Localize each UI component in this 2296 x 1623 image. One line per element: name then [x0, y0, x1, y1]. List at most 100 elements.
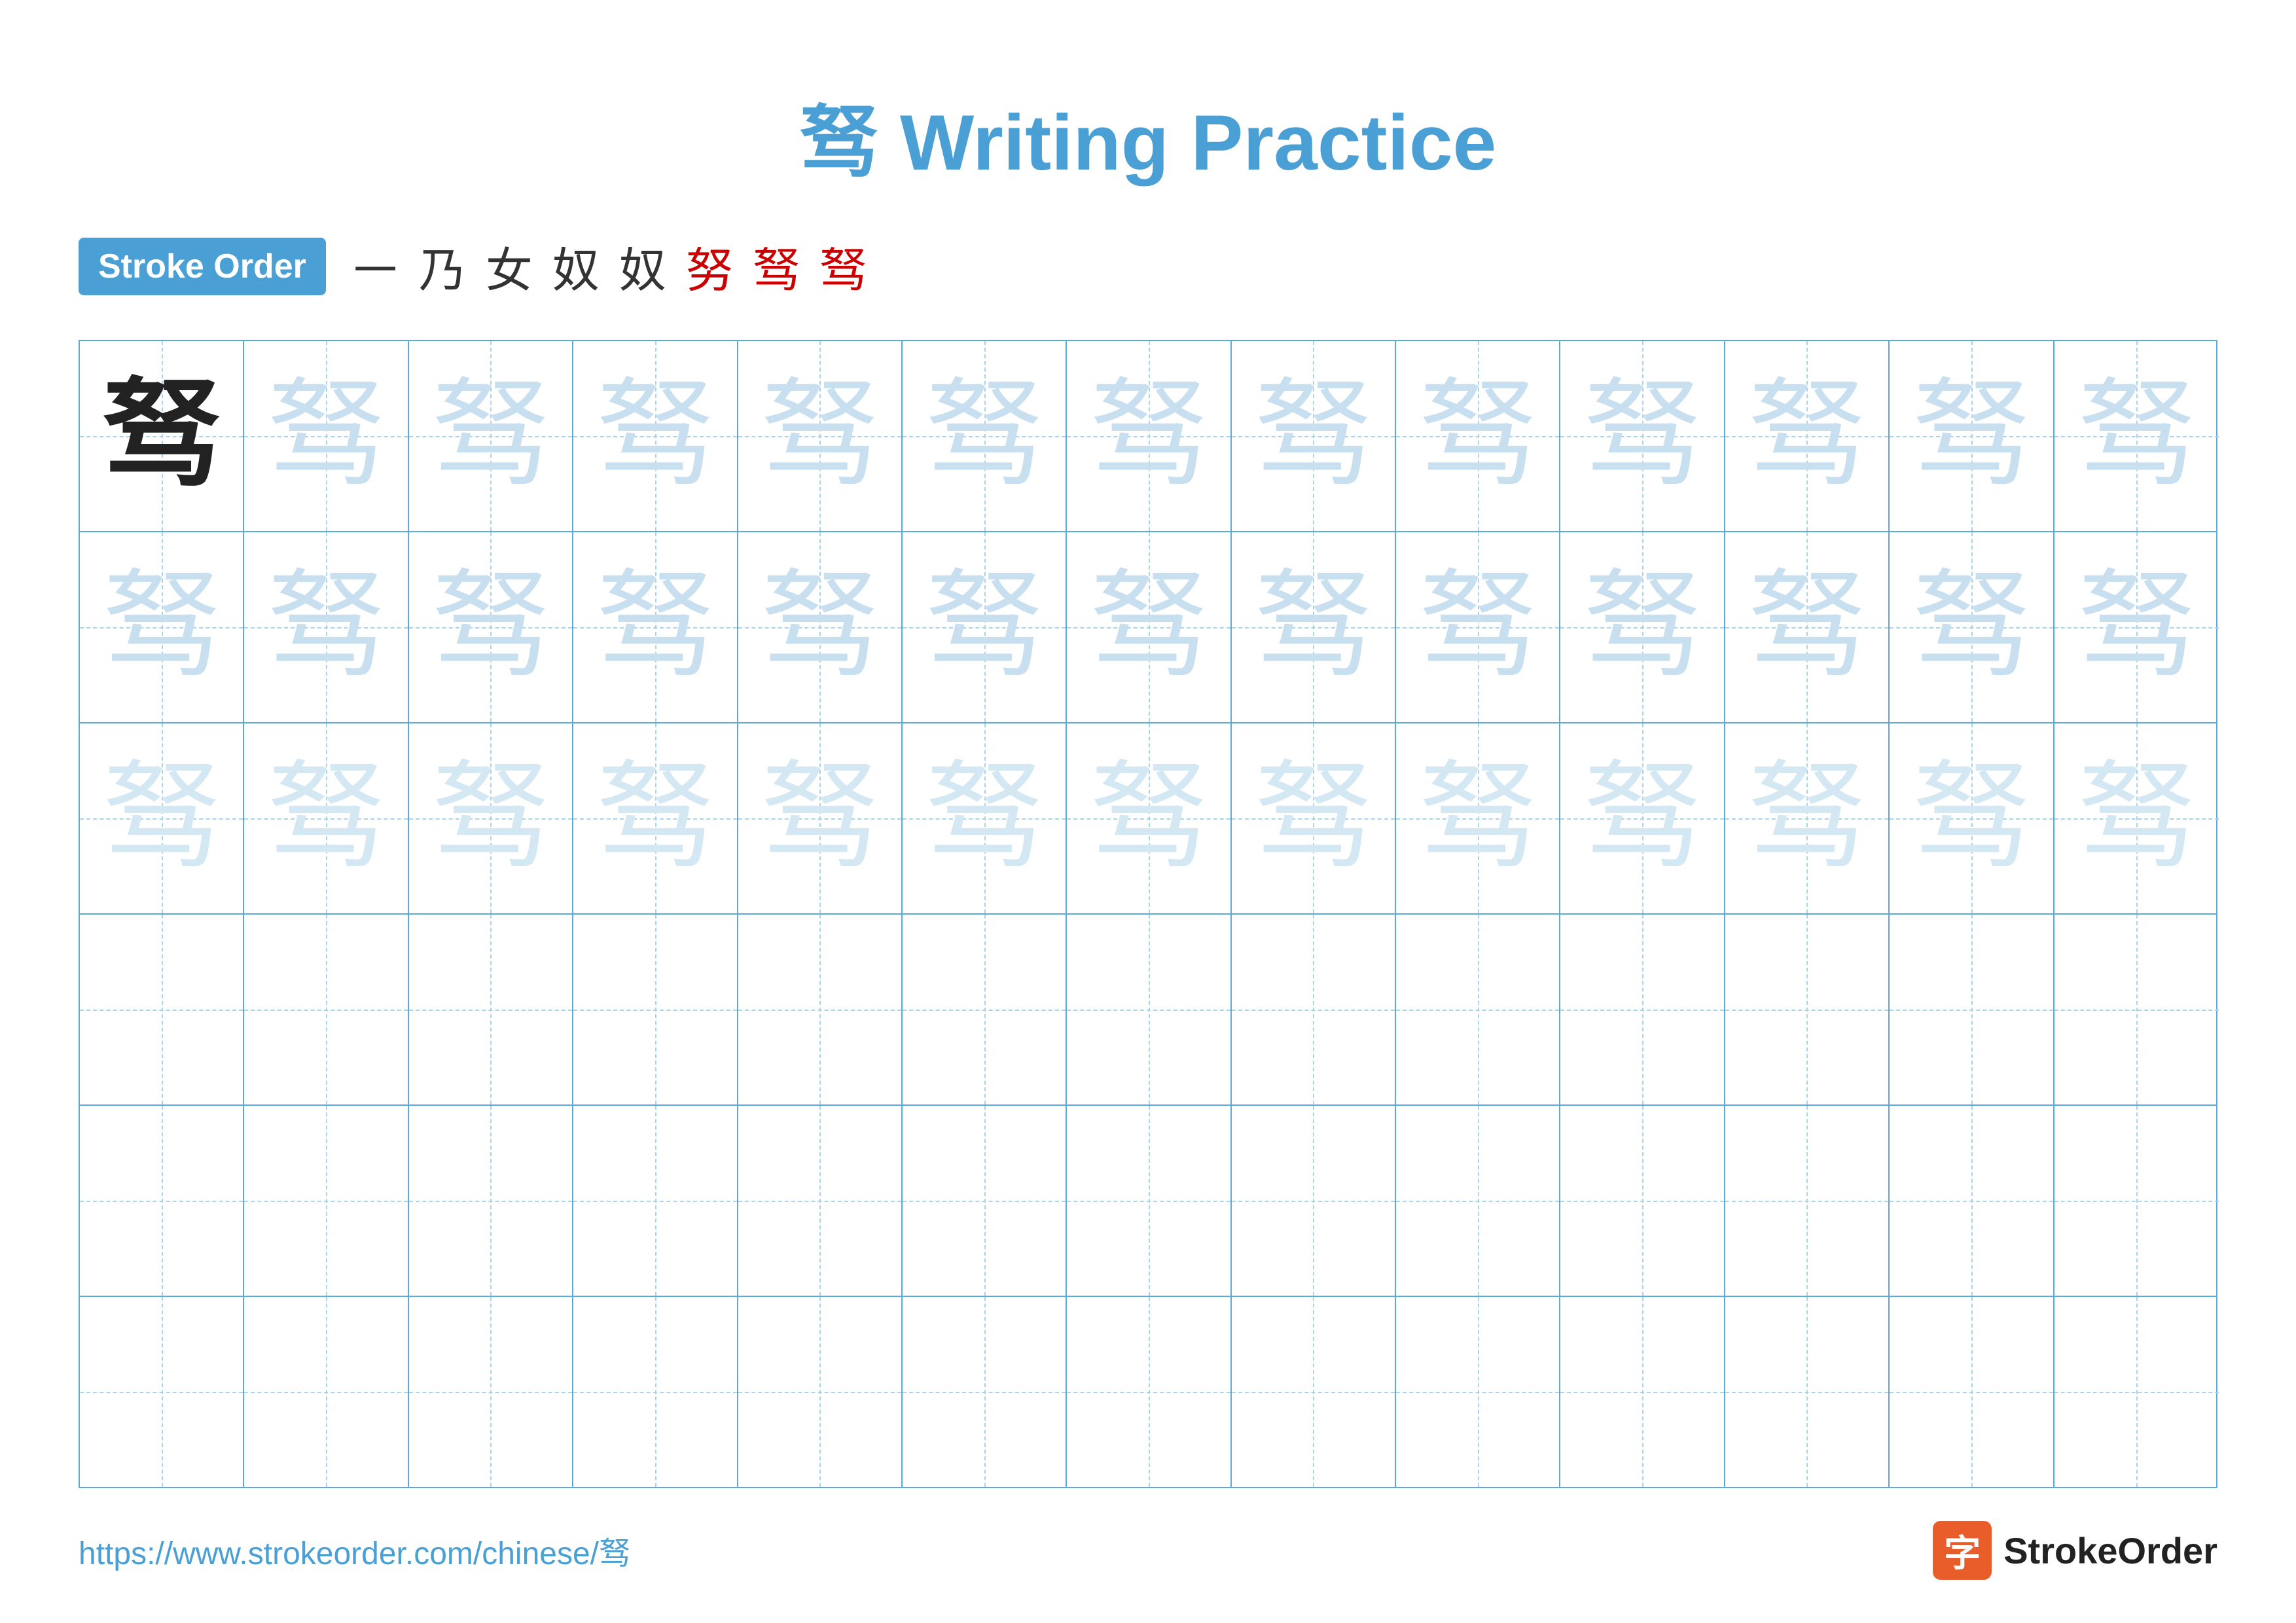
grid-cell-6-4: [573, 1297, 738, 1487]
grid-cell-1-11: 驽: [1725, 341, 1890, 531]
stroke-7: 驽: [753, 232, 800, 301]
stroke-1: ㇐: [352, 232, 399, 301]
grid-cell-4-3: [409, 915, 573, 1104]
grid-cell-5-7: [1067, 1106, 1231, 1296]
grid-cell-3-8: 驽: [1232, 723, 1396, 913]
page: 驽 Writing Practice Stroke Order ㇐ 乃 女 奴 …: [0, 0, 2296, 1623]
grid-cell-2-4: 驽: [573, 532, 738, 722]
grid-cell-6-2: [244, 1297, 408, 1487]
grid-cell-2-7: 驽: [1067, 532, 1231, 722]
grid-cell-2-6: 驽: [903, 532, 1067, 722]
grid-row-6: [80, 1297, 2216, 1487]
grid-cell-3-13: 驽: [2054, 723, 2219, 913]
grid-cell-3-5: 驽: [738, 723, 903, 913]
grid-cell-6-12: [1890, 1297, 2054, 1487]
grid-cell-3-1: 驽: [80, 723, 244, 913]
logo-text: StrokeOrder: [2003, 1529, 2217, 1572]
grid-cell-4-5: [738, 915, 903, 1104]
grid-cell-3-11: 驽: [1725, 723, 1890, 913]
grid-cell-1-1: 驽: [80, 341, 244, 531]
grid-cell-3-9: 驽: [1396, 723, 1560, 913]
grid-cell-3-3: 驽: [409, 723, 573, 913]
grid-row-2: 驽 驽 驽 驽 驽 驽 驽 驽 驽 驽 驽 驽 驽: [80, 532, 2216, 723]
grid-cell-5-5: [738, 1106, 903, 1296]
stroke-sequence: ㇐ 乃 女 奴 奴 努 驽 驽: [352, 232, 867, 301]
grid-cell-1-12: 驽: [1890, 341, 2054, 531]
grid-cell-6-8: [1232, 1297, 1396, 1487]
grid-cell-6-5: [738, 1297, 903, 1487]
grid-cell-6-10: [1560, 1297, 1725, 1487]
grid-cell-4-12: [1890, 915, 2054, 1104]
grid-cell-4-13: [2054, 915, 2219, 1104]
grid-cell-3-12: 驽: [1890, 723, 2054, 913]
grid-cell-1-8: 驽: [1232, 341, 1396, 531]
grid-cell-2-2: 驽: [244, 532, 408, 722]
grid-cell-5-11: [1725, 1106, 1890, 1296]
stroke-4: 奴: [552, 232, 600, 301]
grid-cell-1-4: 驽: [573, 341, 738, 531]
grid-cell-5-12: [1890, 1106, 2054, 1296]
stroke-6: 努: [686, 232, 733, 301]
grid-row-3: 驽 驽 驽 驽 驽 驽 驽 驽 驽 驽 驽 驽 驽: [80, 723, 2216, 915]
grid-cell-2-13: 驽: [2054, 532, 2219, 722]
grid-cell-6-11: [1725, 1297, 1890, 1487]
grid-cell-1-13: 驽: [2054, 341, 2219, 531]
stroke-8: 驽: [819, 232, 867, 301]
grid-cell-6-13: [2054, 1297, 2219, 1487]
grid-cell-5-2: [244, 1106, 408, 1296]
grid-cell-1-9: 驽: [1396, 341, 1560, 531]
stroke-2: 乃: [419, 232, 466, 301]
grid-cell-5-1: [80, 1106, 244, 1296]
grid-cell-5-4: [573, 1106, 738, 1296]
grid-cell-2-3: 驽: [409, 532, 573, 722]
grid-cell-6-3: [409, 1297, 573, 1487]
grid-cell-4-10: [1560, 915, 1725, 1104]
grid-cell-5-8: [1232, 1106, 1396, 1296]
grid-cell-2-5: 驽: [738, 532, 903, 722]
grid-cell-3-4: 驽: [573, 723, 738, 913]
grid-cell-1-2: 驽: [244, 341, 408, 531]
grid-row-5: [80, 1106, 2216, 1297]
grid-cell-2-8: 驽: [1232, 532, 1396, 722]
grid-cell-6-7: [1067, 1297, 1231, 1487]
title-chinese: 驽 Writing Practice: [800, 99, 1497, 187]
grid-cell-3-2: 驽: [244, 723, 408, 913]
grid-cell-6-6: [903, 1297, 1067, 1487]
stroke-5: 奴: [619, 232, 666, 301]
grid-cell-2-11: 驽: [1725, 532, 1890, 722]
grid-cell-3-7: 驽: [1067, 723, 1231, 913]
grid-cell-2-1: 驽: [80, 532, 244, 722]
grid-row-1: 驽 驽 驽 驽 驽 驽 驽 驽 驽 驽 驽 驽 驽: [80, 341, 2216, 532]
grid-cell-4-6: [903, 915, 1067, 1104]
grid-cell-4-2: [244, 915, 408, 1104]
page-title: 驽 Writing Practice: [79, 79, 2217, 192]
grid-cell-2-9: 驽: [1396, 532, 1560, 722]
grid-cell-4-11: [1725, 915, 1890, 1104]
grid-cell-3-10: 驽: [1560, 723, 1725, 913]
grid-cell-5-9: [1396, 1106, 1560, 1296]
grid-cell-5-13: [2054, 1106, 2219, 1296]
grid-cell-1-3: 驽: [409, 341, 573, 531]
grid-cell-6-1: [80, 1297, 244, 1487]
grid-cell-5-3: [409, 1106, 573, 1296]
grid-row-4: [80, 915, 2216, 1106]
grid-cell-5-6: [903, 1106, 1067, 1296]
grid-cell-6-9: [1396, 1297, 1560, 1487]
grid-cell-4-9: [1396, 915, 1560, 1104]
grid-cell-4-7: [1067, 915, 1231, 1104]
grid-cell-5-10: [1560, 1106, 1725, 1296]
grid-cell-1-10: 驽: [1560, 341, 1725, 531]
stroke-order-row: Stroke Order ㇐ 乃 女 奴 奴 努 驽 驽: [79, 232, 2217, 301]
footer: https://www.strokeorder.com/chinese/驽 字 …: [79, 1521, 2217, 1580]
grid-cell-2-10: 驽: [1560, 532, 1725, 722]
grid-cell-4-4: [573, 915, 738, 1104]
logo-icon: 字: [1933, 1521, 1992, 1580]
stroke-3: 女: [486, 232, 533, 301]
grid-cell-2-12: 驽: [1890, 532, 2054, 722]
practice-grid: 驽 驽 驽 驽 驽 驽 驽 驽 驽 驽 驽 驽 驽 驽 驽 驽 驽 驽 驽 驽 …: [79, 340, 2217, 1488]
footer-url[interactable]: https://www.strokeorder.com/chinese/驽: [79, 1527, 630, 1573]
char-dark: 驽: [103, 377, 221, 495]
grid-cell-1-6: 驽: [903, 341, 1067, 531]
grid-cell-4-1: [80, 915, 244, 1104]
grid-cell-4-8: [1232, 915, 1396, 1104]
